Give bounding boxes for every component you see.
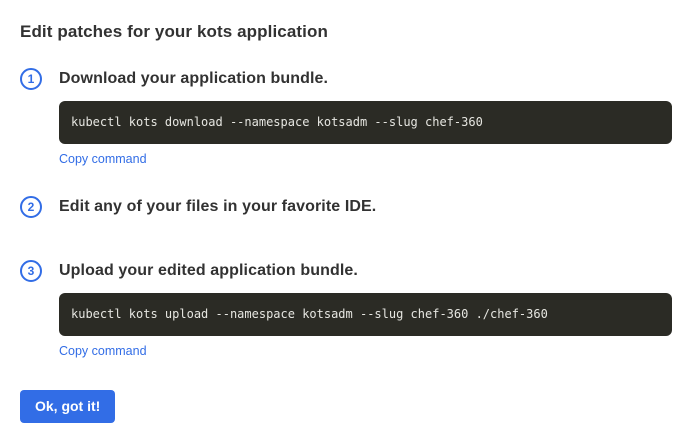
- page-title: Edit patches for your kots application: [20, 22, 672, 42]
- download-command-text: kubectl kots download --namespace kotsad…: [71, 115, 660, 130]
- step-heading: Edit any of your files in your favorite …: [59, 196, 672, 218]
- step-heading: Download your application bundle.: [59, 68, 672, 90]
- edit-patches-page: Edit patches for your kots application 1…: [0, 0, 690, 423]
- step-edit: 2 Edit any of your files in your favorit…: [20, 196, 672, 218]
- upload-command-text: kubectl kots upload --namespace kotsadm …: [71, 307, 660, 322]
- download-command-snippet: kubectl kots download --namespace kotsad…: [59, 101, 672, 144]
- step-download: 1 Download your application bundle. kube…: [20, 68, 672, 168]
- step-number: 2: [28, 201, 35, 213]
- step-number: 1: [28, 73, 35, 85]
- upload-command-snippet: kubectl kots upload --namespace kotsadm …: [59, 293, 672, 336]
- step-number: 3: [28, 265, 35, 277]
- step-heading: Upload your edited application bundle.: [59, 260, 672, 282]
- step-number-badge: 2: [20, 196, 42, 218]
- copy-download-command-link[interactable]: Copy command: [59, 152, 147, 166]
- ok-got-it-button[interactable]: Ok, got it!: [20, 390, 115, 423]
- step-number-badge: 3: [20, 260, 42, 282]
- step-number-badge: 1: [20, 68, 42, 90]
- copy-upload-command-link[interactable]: Copy command: [59, 344, 147, 358]
- step-upload: 3 Upload your edited application bundle.…: [20, 260, 672, 360]
